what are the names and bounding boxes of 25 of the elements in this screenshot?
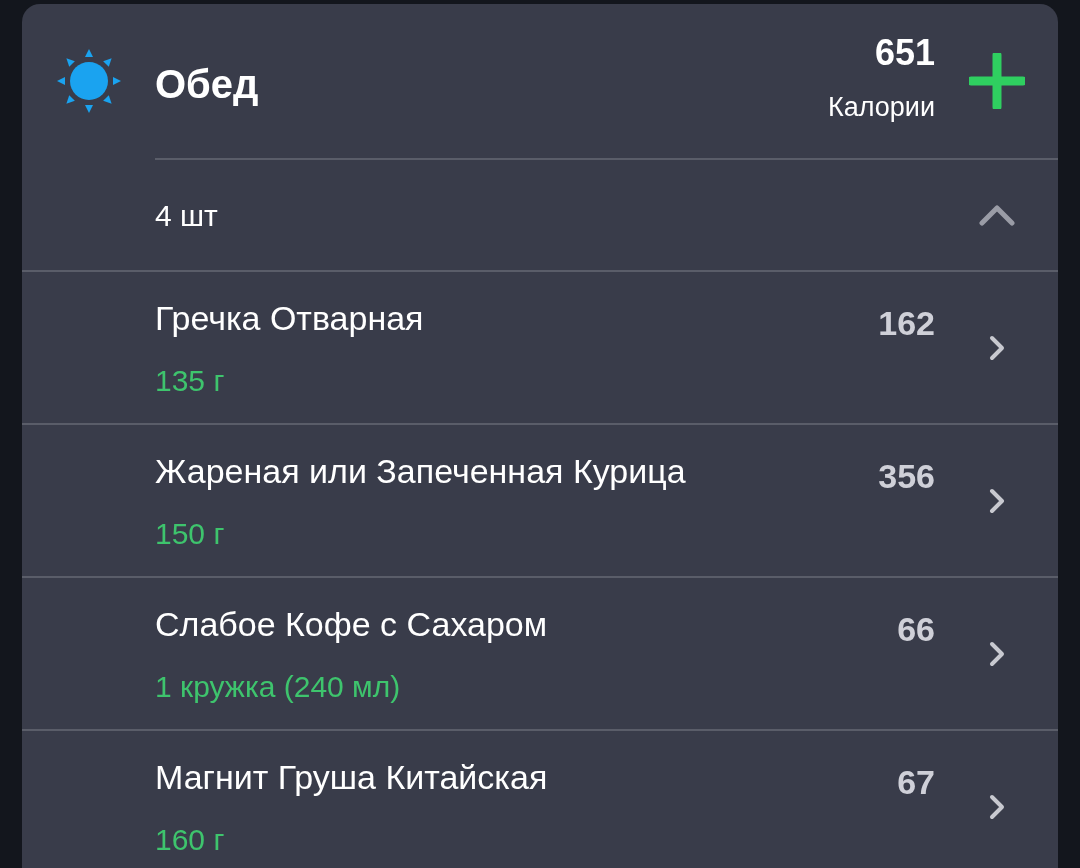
food-name: Жареная или Запеченная Курица bbox=[155, 450, 687, 492]
chevron-right-icon bbox=[988, 487, 1005, 514]
food-item[interactable]: Жареная или Запеченная Курица 150 г 356 bbox=[22, 425, 1058, 576]
food-calories: 66 bbox=[897, 609, 935, 650]
food-name: Слабое Кофе с Сахаром bbox=[155, 603, 549, 645]
food-amount: 135 г bbox=[155, 362, 226, 399]
chevron-right-icon bbox=[988, 793, 1005, 820]
food-amount: 150 г bbox=[155, 515, 226, 552]
collapse-toggle[interactable]: 4 шт bbox=[22, 160, 1058, 270]
food-item[interactable]: Магнит Груша Китайская 160 г 67 bbox=[22, 731, 1058, 868]
food-amount: 1 кружка (240 мл) bbox=[155, 668, 402, 705]
food-name: Магнит Груша Китайская bbox=[155, 756, 549, 798]
food-calories: 162 bbox=[878, 303, 935, 344]
chevron-right-icon bbox=[988, 640, 1005, 667]
plus-icon bbox=[968, 53, 1025, 109]
food-item[interactable]: Гречка Отварная 135 г 162 bbox=[22, 272, 1058, 423]
calories-total: 651 bbox=[874, 34, 935, 71]
food-calories: 67 bbox=[897, 762, 935, 803]
food-name: Гречка Отварная bbox=[155, 297, 425, 339]
chevron-right-icon bbox=[988, 334, 1005, 361]
calories-label: Калории bbox=[828, 90, 935, 124]
food-calories: 356 bbox=[878, 456, 935, 497]
food-item[interactable]: Слабое Кофе с Сахаром 1 кружка (240 мл) 66 bbox=[22, 578, 1058, 729]
meal-title: Обед bbox=[155, 61, 260, 108]
food-amount: 160 г bbox=[155, 821, 226, 858]
